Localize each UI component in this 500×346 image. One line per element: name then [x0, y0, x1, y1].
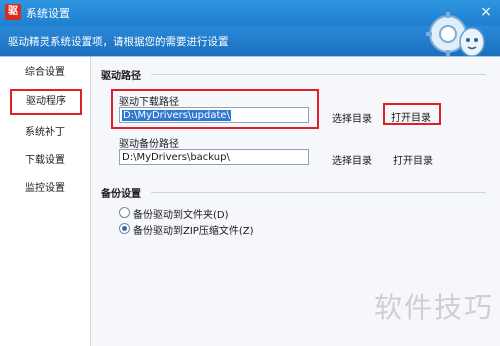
sidebar: 综合设置 驱动程序 系统补丁 下载设置 监控设置 — [0, 57, 90, 346]
section-divider — [151, 192, 486, 193]
backup-section-title: 备份设置 — [101, 189, 141, 200]
driver-path-section-title: 驱动路径 — [101, 71, 141, 82]
watermark-text: 软件技巧 — [373, 291, 494, 324]
section-divider — [151, 74, 486, 75]
sidebar-item-drivers[interactable]: 驱动程序 — [10, 89, 82, 115]
sidebar-item-patches[interactable]: 系统补丁 — [0, 123, 90, 143]
backup-to-zip-label[interactable]: 备份驱动到ZIP压缩文件(Z) — [133, 222, 253, 237]
choose-backup-folder-button[interactable]: 选择目录 — [332, 152, 372, 167]
download-path-label: 驱动下载路径 — [119, 97, 179, 108]
open-download-folder-button[interactable]: 打开目录 — [391, 109, 431, 124]
backup-path-value: D:\MyDrivers\backup\ — [122, 152, 230, 163]
sidebar-item-monitor[interactable]: 监控设置 — [0, 179, 90, 199]
app-logo-icon: 驱 — [5, 4, 21, 20]
mascot-gear-icon — [426, 12, 485, 57]
download-path-value: D:\MyDrivers\update\ — [122, 110, 231, 121]
backup-path-label: 驱动备份路径 — [119, 139, 179, 150]
backup-to-folder-label[interactable]: 备份驱动到文件夹(D) — [133, 206, 229, 221]
backup-path-input[interactable]: D:\MyDrivers\backup\ — [119, 149, 309, 165]
backup-to-zip-radio[interactable] — [119, 223, 130, 234]
sidebar-item-general[interactable]: 综合设置 — [0, 63, 90, 83]
sidebar-item-download[interactable]: 下载设置 — [0, 151, 90, 171]
open-backup-folder-button[interactable]: 打开目录 — [393, 152, 433, 167]
choose-download-folder-button[interactable]: 选择目录 — [332, 110, 372, 125]
backup-to-folder-radio[interactable] — [119, 207, 130, 218]
header-description: 驱动精灵系统设置项，请根据您的需要进行设置 — [8, 36, 229, 48]
download-path-input[interactable]: D:\MyDrivers\update\ — [119, 107, 309, 123]
window-title: 系统设置 — [26, 7, 70, 20]
